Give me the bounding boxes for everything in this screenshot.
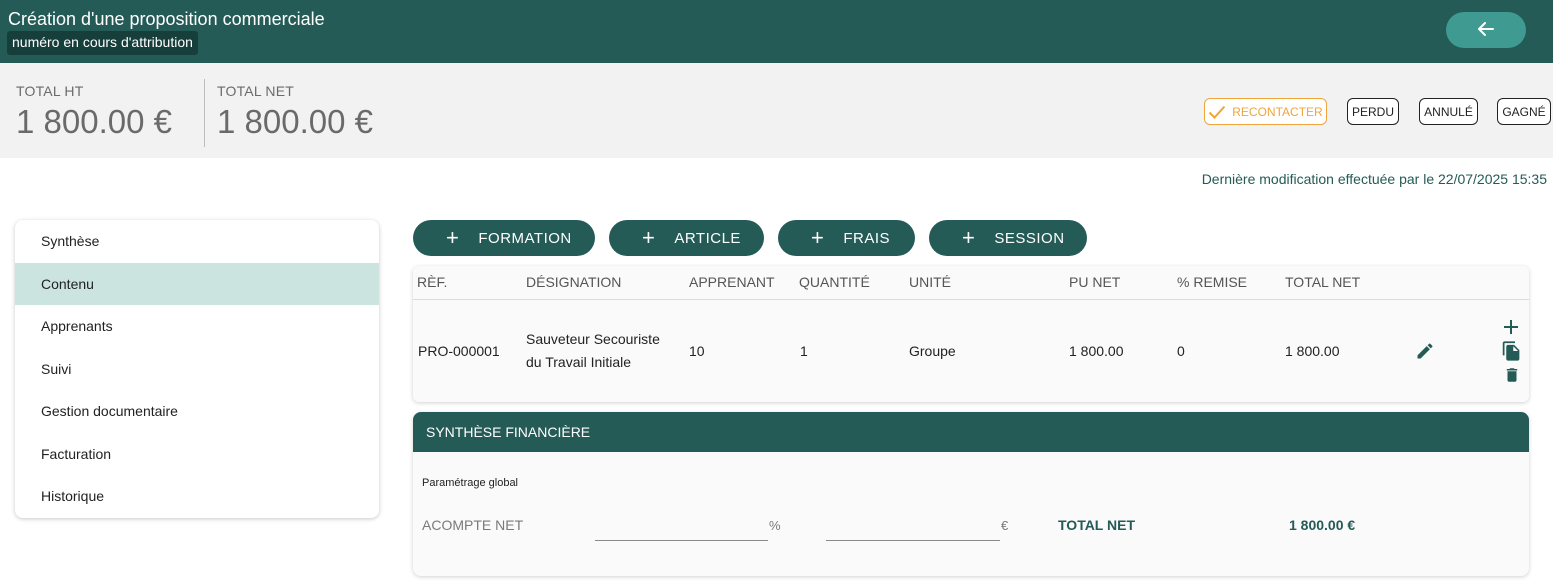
column-header-quantite: QUANTITÉ — [799, 274, 870, 290]
sidebar-item-contenu[interactable]: Contenu — [15, 262, 379, 305]
totals-divider — [204, 79, 205, 147]
totals-bar: TOTAL HT 1 800.00 € TOTAL NET 1 800.00 €… — [0, 63, 1553, 158]
column-header-total-net: TOTAL NET — [1285, 274, 1361, 290]
financial-summary: SYNTHÈSE FINANCIÈRE Paramétrage global A… — [413, 412, 1529, 576]
euro-unit: € — [1001, 518, 1009, 533]
cell-designation-line2: du Travail Initiale — [526, 354, 632, 370]
last-modified-text: Dernière modification effectuée par le 2… — [1201, 171, 1547, 187]
cell-total-net: 1 800.00 — [1285, 343, 1340, 359]
sidebar-item-synthese[interactable]: Synthèse — [15, 220, 379, 263]
percent-unit: % — [769, 518, 781, 533]
perdu-button[interactable]: PERDU — [1347, 98, 1399, 125]
acompte-percent-input[interactable] — [595, 512, 768, 541]
global-settings-label: Paramétrage global — [422, 477, 519, 489]
side-navigation: Synthèse Contenu Apprenants Suivi Gestio… — [15, 220, 379, 518]
total-ht: TOTAL HT 1 800.00 € — [16, 83, 172, 141]
add-formation-label: FORMATION — [478, 229, 572, 247]
plus-icon[interactable] — [1502, 318, 1520, 341]
column-header-designation: DÉSIGNATION — [526, 274, 622, 290]
pencil-icon[interactable] — [1415, 341, 1435, 366]
column-header-ref: RÈF. — [417, 274, 448, 290]
trash-icon[interactable] — [1503, 365, 1521, 390]
arrow-left-icon — [1478, 21, 1494, 39]
cell-quantite: 1 — [800, 343, 808, 359]
proposal-number-badge: numéro en cours d'attribution — [7, 31, 198, 55]
add-frais-label: FRAIS — [843, 229, 891, 247]
back-button[interactable] — [1446, 12, 1526, 48]
top-app-bar: Création d'une proposition commerciale n… — [0, 0, 1553, 63]
acompte-net-label: ACOMPTE NET — [422, 517, 524, 533]
total-net-label: TOTAL NET — [217, 83, 294, 99]
add-article-label: ARTICLE — [674, 229, 741, 247]
gagne-button[interactable]: GAGNÉ — [1497, 98, 1551, 125]
cell-remise: 0 — [1177, 343, 1185, 359]
total-ht-label: TOTAL HT — [16, 83, 84, 99]
cell-ref: PRO-000001 — [418, 343, 500, 359]
add-frais-button[interactable]: + FRAIS — [778, 220, 915, 256]
plus-icon: + — [642, 225, 656, 250]
page-title: Création d'une proposition commerciale — [8, 9, 325, 29]
table-header-divider — [413, 299, 1529, 300]
cell-apprenant: 10 — [689, 343, 705, 359]
add-session-label: SESSION — [994, 229, 1065, 247]
sidebar-item-suivi[interactable]: Suivi — [15, 348, 379, 391]
sidebar-item-historique[interactable]: Historique — [15, 475, 379, 518]
check-icon — [1208, 105, 1226, 119]
sidebar-item-facturation[interactable]: Facturation — [15, 433, 379, 476]
financial-total-net-label: TOTAL NET — [1058, 517, 1135, 533]
content-table: RÈF. DÉSIGNATION APPRENANT QUANTITÉ UNIT… — [413, 266, 1529, 402]
total-ht-value: 1 800.00 € — [16, 103, 172, 140]
column-header-apprenant: APPRENANT — [689, 274, 775, 290]
sidebar-item-apprenants[interactable]: Apprenants — [15, 305, 379, 348]
recontacter-label: RECONTACTER — [1232, 104, 1323, 119]
acompte-euro-input[interactable] — [826, 512, 1000, 541]
cell-pu-net: 1 800.00 — [1069, 343, 1124, 359]
copy-icon[interactable] — [1501, 340, 1522, 367]
total-net: TOTAL NET 1 800.00 € — [217, 83, 373, 141]
plus-icon: + — [811, 225, 825, 250]
financial-total-net-value: 1 800.00 € — [1289, 517, 1356, 533]
cell-designation-line1: Sauveteur Secouriste — [526, 331, 660, 347]
cell-unite: Groupe — [909, 343, 956, 359]
column-header-pu-net: PU NET — [1069, 274, 1121, 290]
add-formation-button[interactable]: + FORMATION — [413, 220, 595, 256]
add-session-button[interactable]: + SESSION — [929, 220, 1087, 256]
column-header-unite: UNITÉ — [909, 274, 951, 290]
column-header-remise: % REMISE — [1177, 274, 1248, 290]
financial-summary-title: SYNTHÈSE FINANCIÈRE — [413, 412, 1529, 452]
total-net-value: 1 800.00 € — [217, 103, 373, 140]
sidebar-item-gestion-documentaire[interactable]: Gestion documentaire — [15, 390, 379, 433]
plus-icon: + — [962, 225, 976, 250]
add-article-button[interactable]: + ARTICLE — [609, 220, 764, 256]
annule-button[interactable]: ANNULÉ — [1419, 98, 1478, 125]
recontacter-button[interactable]: RECONTACTER — [1204, 98, 1327, 125]
plus-icon: + — [446, 225, 460, 250]
